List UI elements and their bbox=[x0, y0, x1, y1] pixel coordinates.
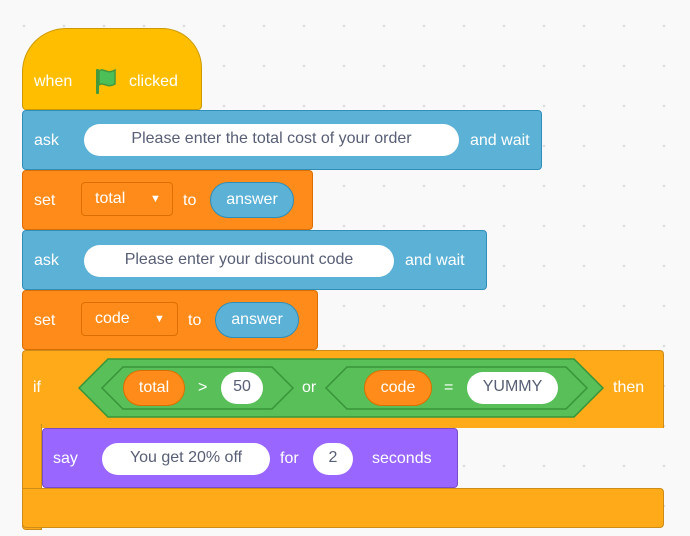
set-variable-block[interactable]: set total ▼ to answer bbox=[22, 170, 313, 230]
for-label: for bbox=[280, 450, 299, 467]
say-keyword: say bbox=[53, 450, 78, 467]
code-area[interactable]: when clicked ask Please enter the total … bbox=[0, 0, 690, 536]
ask-and-wait-block[interactable]: ask Please enter your discount code and … bbox=[22, 230, 487, 290]
or-keyword: or bbox=[302, 379, 317, 396]
dropdown-caret-icon: ▼ bbox=[150, 193, 161, 205]
number-input[interactable]: 50 bbox=[221, 372, 263, 404]
set-variable-block[interactable]: set code ▼ to answer bbox=[22, 290, 318, 350]
set-keyword: set bbox=[34, 192, 56, 209]
variable-name: total bbox=[95, 190, 126, 207]
total-variable-reporter[interactable]: total bbox=[123, 370, 185, 406]
ask-keyword: ask bbox=[34, 252, 59, 269]
to-label: to bbox=[183, 192, 197, 209]
if-keyword: if bbox=[33, 379, 41, 396]
say-for-seconds-block[interactable]: say You get 20% off for 2 seconds bbox=[42, 428, 458, 488]
variable-name: code bbox=[95, 310, 130, 327]
if-footer bbox=[22, 488, 664, 528]
answer-reporter[interactable]: answer bbox=[215, 302, 299, 338]
text-input[interactable]: YUMMY bbox=[467, 372, 558, 404]
if-then-block[interactable]: if then total > 50 or code = YUMMY say Y… bbox=[22, 350, 664, 530]
and-wait-label: and wait bbox=[470, 132, 530, 149]
message-input[interactable]: You get 20% off bbox=[102, 443, 270, 475]
or-condition[interactable]: total > 50 or code = YUMMY bbox=[78, 358, 604, 418]
to-label: to bbox=[188, 312, 202, 329]
duration-input[interactable]: 2 bbox=[313, 443, 353, 475]
clicked-label: clicked bbox=[129, 73, 178, 90]
code-variable-reporter[interactable]: code bbox=[364, 370, 432, 406]
ask-and-wait-block[interactable]: ask Please enter the total cost of your … bbox=[22, 110, 542, 170]
answer-reporter[interactable]: answer bbox=[210, 182, 294, 218]
question-input[interactable]: Please enter the total cost of your orde… bbox=[84, 124, 459, 156]
variable-dropdown[interactable]: code ▼ bbox=[81, 302, 178, 336]
set-keyword: set bbox=[34, 312, 56, 329]
and-wait-label: and wait bbox=[405, 252, 465, 269]
greater-than-operator: > bbox=[198, 379, 208, 396]
question-input[interactable]: Please enter your discount code bbox=[84, 245, 394, 277]
equals-operator: = bbox=[444, 379, 454, 396]
seconds-label: seconds bbox=[372, 450, 432, 467]
when-flag-clicked-block[interactable]: when clicked bbox=[22, 28, 202, 110]
variable-dropdown[interactable]: total ▼ bbox=[81, 182, 173, 216]
dropdown-caret-icon: ▼ bbox=[154, 313, 165, 325]
ask-keyword: ask bbox=[34, 132, 59, 149]
then-keyword: then bbox=[613, 379, 645, 396]
when-label: when bbox=[34, 73, 73, 90]
green-flag-icon bbox=[93, 66, 119, 96]
